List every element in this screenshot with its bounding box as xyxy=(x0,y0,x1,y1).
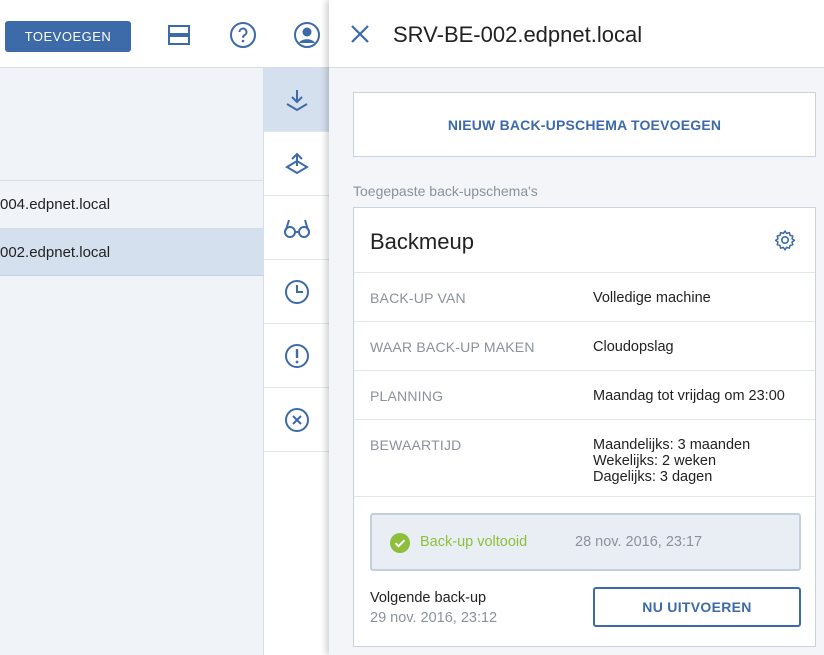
row-value: Volledige machine xyxy=(593,290,711,306)
close-icon[interactable] xyxy=(349,23,371,45)
activities-icon[interactable] xyxy=(264,260,329,324)
action-iconbar xyxy=(264,68,329,655)
status-time: 28 nov. 2016, 23:17 xyxy=(575,534,703,550)
device-details-panel: SRV-BE-002.edpnet.local NIEUW BACK-UPSCH… xyxy=(329,0,824,655)
panel-title: SRV-BE-002.edpnet.local xyxy=(393,22,643,47)
next-backup-label: Volgende back-up xyxy=(370,590,487,606)
add-button[interactable]: TOEVOEGEN xyxy=(5,21,131,52)
plan-row-source: BACK-UP VAN Volledige machine xyxy=(354,272,815,321)
backup-status-box: Back-up voltooid 28 nov. 2016, 23:17 xyxy=(370,513,801,571)
account-icon[interactable] xyxy=(292,20,322,50)
recovery-icon[interactable] xyxy=(264,132,329,196)
device-list: 004.edpnet.local 002.edpnet.local xyxy=(0,68,264,655)
plan-name: Backmeup xyxy=(370,229,474,254)
run-now-button[interactable]: NU UITVOEREN xyxy=(593,587,801,627)
retention-weekly: Wekelijks: 2 weken xyxy=(593,453,717,469)
row-key: WAAR BACK-UP MAKEN xyxy=(370,339,535,355)
status-text: Back-up voltooid xyxy=(420,534,528,550)
row-key: PLANNING xyxy=(370,388,444,404)
layout-icon[interactable] xyxy=(164,20,194,50)
add-backup-plan-button[interactable]: NIEUW BACK-UPSCHEMA TOEVOEGEN xyxy=(353,92,816,157)
gear-icon[interactable] xyxy=(774,229,796,251)
retention-daily: Dagelijks: 3 dagen xyxy=(593,469,713,485)
row-key: BACK-UP VAN xyxy=(370,290,466,306)
row-value: Maandag tot vrijdag om 23:00 xyxy=(593,388,785,404)
backup-icon[interactable] xyxy=(264,68,329,132)
list-item[interactable]: 004.edpnet.local xyxy=(0,180,264,228)
top-toolbar: TOEVOEGEN xyxy=(0,0,330,68)
row-value: Maandelijks: 3 maanden Wekelijks: 2 weke… xyxy=(593,437,750,485)
list-item-selected[interactable]: 002.edpnet.local xyxy=(0,228,264,276)
row-value: Cloudopslag xyxy=(593,339,674,355)
row-key: BEWAARTIJD xyxy=(370,437,462,453)
plan-row-schedule: PLANNING Maandag tot vrijdag om 23:00 xyxy=(354,370,815,419)
retention-monthly: Maandelijks: 3 maanden xyxy=(593,437,751,453)
alerts-icon[interactable] xyxy=(264,324,329,388)
backup-plan-card: Backmeup BACK-UP VAN Volledige machine W… xyxy=(353,207,816,647)
vulnerability-icon[interactable] xyxy=(264,196,329,260)
panel-header: SRV-BE-002.edpnet.local xyxy=(329,0,824,68)
device-name: 002.edpnet.local xyxy=(0,243,111,261)
help-icon[interactable] xyxy=(228,20,258,50)
applied-plans-label: Toegepaste back-upschema's xyxy=(353,183,538,199)
next-backup-time: 29 nov. 2016, 23:12 xyxy=(370,610,498,626)
device-name: 004.edpnet.local xyxy=(0,196,111,213)
check-circle-icon xyxy=(390,533,410,553)
delete-icon[interactable] xyxy=(264,388,329,452)
plan-row-destination: WAAR BACK-UP MAKEN Cloudopslag xyxy=(354,321,815,370)
plan-row-retention: BEWAARTIJD Maandelijks: 3 maanden Wekeli… xyxy=(354,419,815,497)
